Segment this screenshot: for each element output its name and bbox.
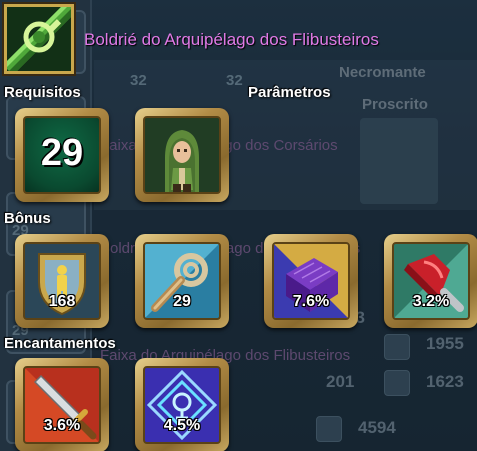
required-level-value: 29	[40, 132, 84, 174]
enchantment-slot-sword[interactable]: 3.6%	[15, 358, 109, 451]
bonus-value: 29	[173, 293, 191, 310]
bonus-value: 3.2%	[412, 293, 450, 310]
bonus-slot-cube[interactable]: 7.6%	[264, 234, 358, 328]
red-hammer-icon: 3.2%	[392, 242, 470, 320]
hooded-character-icon	[143, 116, 221, 194]
bonus-label: Bônus	[4, 210, 51, 227]
shield-figure-icon: 168	[23, 242, 101, 320]
enchantment-value: 3.6%	[43, 417, 81, 434]
green-belt-icon	[3, 1, 77, 75]
wind-swirl-icon: 29	[143, 242, 221, 320]
red-sword-icon: 3.6%	[23, 366, 101, 444]
required-level-slot[interactable]: 29	[15, 108, 109, 202]
bonus-slot-wind[interactable]: 29	[135, 234, 229, 328]
required-character-slot[interactable]	[135, 108, 229, 202]
blue-rune-icon: 4.5%	[143, 366, 221, 444]
enchantment-value: 4.5%	[163, 417, 201, 434]
purple-cube-icon: 7.6%	[272, 242, 350, 320]
requirements-label: Requisitos	[4, 84, 81, 101]
enchantments-label: Encantamentos	[4, 335, 116, 352]
parameters-label: Parâmetros	[248, 84, 331, 101]
bonus-slot-vitality[interactable]: 168	[15, 234, 109, 328]
bonus-slot-hammer[interactable]: 3.2%	[384, 234, 477, 328]
item-name: Boldrié do Arquipélago dos Flibusteiros	[84, 30, 379, 49]
bonus-value: 7.6%	[292, 293, 330, 310]
bonus-value: 168	[48, 293, 76, 310]
item-tooltip-header: Boldrié do Arquipélago dos Flibusteiros	[0, 0, 477, 82]
enchantment-slot-rune[interactable]: 4.5%	[135, 358, 229, 451]
